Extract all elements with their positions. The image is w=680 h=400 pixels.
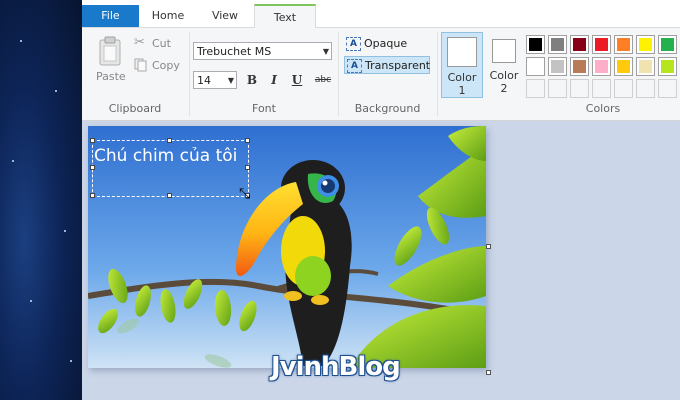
transparent-option[interactable]: A Transparent [344,56,430,74]
palette-color-swatch[interactable] [636,57,655,76]
palette-custom-slot[interactable] [526,79,545,98]
color2-label-line2: 2 [500,82,508,95]
textbox-handle[interactable] [90,193,95,198]
textbox-handle[interactable] [167,138,172,143]
tab-home[interactable]: Home [144,4,192,27]
palette-color-swatch[interactable] [526,35,545,54]
palette-color-swatch[interactable] [614,35,633,54]
palette-color-swatch[interactable] [658,35,677,54]
background-group-label: Background [354,102,421,115]
paste-button[interactable]: Paste [90,32,130,92]
ribbon-tab-bar: File Home View Text [82,0,680,28]
font-size-value: 14 [197,74,211,87]
tab-file[interactable]: File [82,5,139,27]
palette-custom-slot[interactable] [548,79,567,98]
palette-color-swatch[interactable] [592,35,611,54]
color2-button[interactable]: Color 2 [486,32,522,98]
palette-color-swatch[interactable] [614,57,633,76]
palette-color-swatch[interactable] [570,35,589,54]
paste-label: Paste [96,70,126,83]
copy-icon [134,58,147,72]
textbox-handle[interactable] [245,165,250,170]
desktop-background [0,0,82,400]
font-family-select[interactable]: Trebuchet MS ▼ [193,42,332,60]
transparent-label: Transparent [365,59,431,72]
palette-custom-slot[interactable] [636,79,655,98]
palette-color-swatch[interactable] [526,57,545,76]
ribbon: Paste ✂ Cut Copy Clipboard Trebuchet MS … [82,28,680,121]
palette-color-swatch[interactable] [658,57,677,76]
copy-label: Copy [152,59,180,72]
transparent-icon: A [347,59,362,73]
canvas-resize-handle-right[interactable] [486,244,491,249]
palette-custom-slot[interactable] [614,79,633,98]
tab-text[interactable]: Text [254,4,316,28]
cut-button[interactable]: ✂ Cut [134,35,179,52]
copy-button[interactable]: Copy [134,58,184,74]
paste-icon [99,36,121,66]
tab-view[interactable]: View [200,4,250,27]
font-family-value: Trebuchet MS [197,45,272,58]
cut-label: Cut [152,37,171,50]
canvas-resize-handle-corner[interactable] [486,370,491,375]
palette-custom-slot[interactable] [570,79,589,98]
palette-color-swatch[interactable] [636,35,655,54]
textbox-handle[interactable] [90,138,95,143]
chevron-down-icon: ▼ [227,76,234,85]
scissors-icon: ✂ [134,35,145,50]
italic-button[interactable]: I [265,71,283,89]
textbox-handle[interactable] [245,138,250,143]
opaque-option[interactable]: A Opaque [344,35,428,53]
opaque-icon: A [346,37,361,51]
bold-button[interactable]: B [243,71,261,89]
chevron-down-icon: ▼ [322,47,329,56]
resize-cursor-icon: ⤡ [239,186,251,202]
color1-button[interactable]: Color 1 [441,32,483,98]
underline-button[interactable]: U [288,71,306,89]
group-divider [437,32,438,116]
color1-label-line1: Color [447,71,477,84]
palette-custom-slot[interactable] [592,79,611,98]
palette-color-swatch[interactable] [592,57,611,76]
font-group-label: Font [252,102,276,115]
paint-window: File Home View Text Paste ✂ Cut Copy Cli… [82,0,680,400]
canvas-text[interactable]: Chú chim của tôi [94,146,237,166]
font-size-select[interactable]: 14 ▼ [193,71,237,89]
color1-label-line2: 1 [458,84,466,97]
clipboard-group-label: Clipboard [108,102,162,115]
color2-label-line1: Color [489,69,519,82]
palette-color-swatch[interactable] [548,57,567,76]
palette-color-swatch[interactable] [570,57,589,76]
watermark-logo: JvinhBlog [271,352,401,382]
color1-swatch [447,37,477,67]
color2-swatch [492,39,516,63]
strikethrough-button[interactable]: abc [311,71,335,89]
palette-color-swatch[interactable] [548,35,567,54]
textbox-handle[interactable] [167,193,172,198]
opaque-label: Opaque [364,37,408,50]
colors-group-label: Colors [585,102,621,115]
palette-custom-slot[interactable] [658,79,677,98]
